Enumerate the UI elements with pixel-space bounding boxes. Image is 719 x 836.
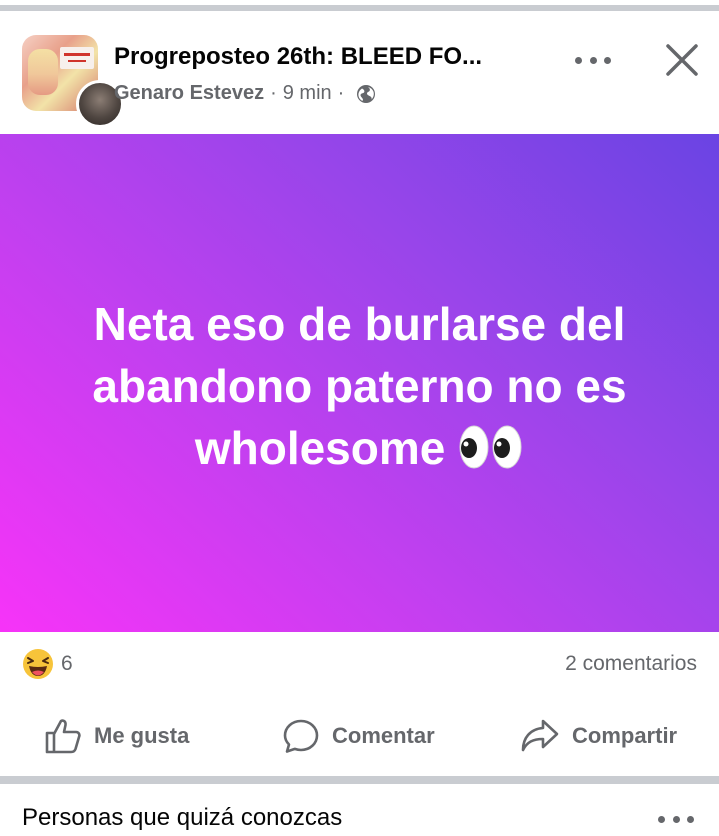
share-arrow-icon [521, 719, 559, 752]
dot-icon [589, 56, 597, 64]
post-text-content: Neta eso de burlarse del abandono patern… [92, 298, 627, 474]
reactions-bar: 6 2 comentarios [0, 632, 719, 696]
author-name[interactable]: Genaro Estevez [114, 82, 264, 105]
dot-icon [575, 56, 582, 64]
eyes-emoji-icon [459, 425, 522, 469]
dot-icon [604, 56, 611, 64]
share-label: Compartir [572, 723, 678, 748]
comment-button[interactable]: Comentar [282, 714, 435, 758]
section-separator [0, 776, 719, 784]
people-you-may-know-section: Personas que quizá conozcas [0, 784, 719, 836]
section-title: Personas que quizá conozcas [22, 804, 343, 831]
like-label: Me gusta [94, 723, 190, 748]
more-options-button[interactable] [572, 48, 614, 72]
close-icon[interactable] [664, 42, 700, 78]
post-text: Neta eso de burlarse del abandono patern… [50, 293, 670, 479]
post-time[interactable]: 9 min [283, 82, 332, 105]
dot-icon [658, 815, 665, 823]
section-more-options-button[interactable] [655, 811, 697, 827]
post-actions: Me gusta Comentar Compartir [0, 696, 719, 776]
meta-separator: · [337, 82, 345, 104]
share-button[interactable]: Compartir [520, 714, 677, 758]
meta-separator: · [270, 82, 277, 104]
globe-icon [357, 84, 376, 103]
reaction-count[interactable]: 6 [61, 652, 73, 676]
post-header: Progreposteo 26th: BLEED FO... Genaro Es… [0, 12, 719, 134]
group-avatar[interactable] [22, 35, 124, 128]
comment-label: Comentar [332, 723, 435, 748]
thumbs-up-icon [45, 719, 81, 754]
post-meta: Genaro Estevez · 9 min · [114, 82, 376, 105]
comments-count[interactable]: 2 comentarios [565, 652, 697, 676]
top-separator [0, 0, 719, 12]
dot-icon [672, 815, 680, 823]
dot-icon [687, 815, 694, 823]
like-button[interactable]: Me gusta [44, 714, 189, 758]
comment-bubble-icon [283, 719, 319, 753]
group-title[interactable]: Progreposteo 26th: BLEED FO... [114, 43, 482, 71]
haha-reaction-icon[interactable] [22, 648, 54, 680]
post-background-banner[interactable]: Neta eso de burlarse del abandono patern… [0, 134, 719, 632]
